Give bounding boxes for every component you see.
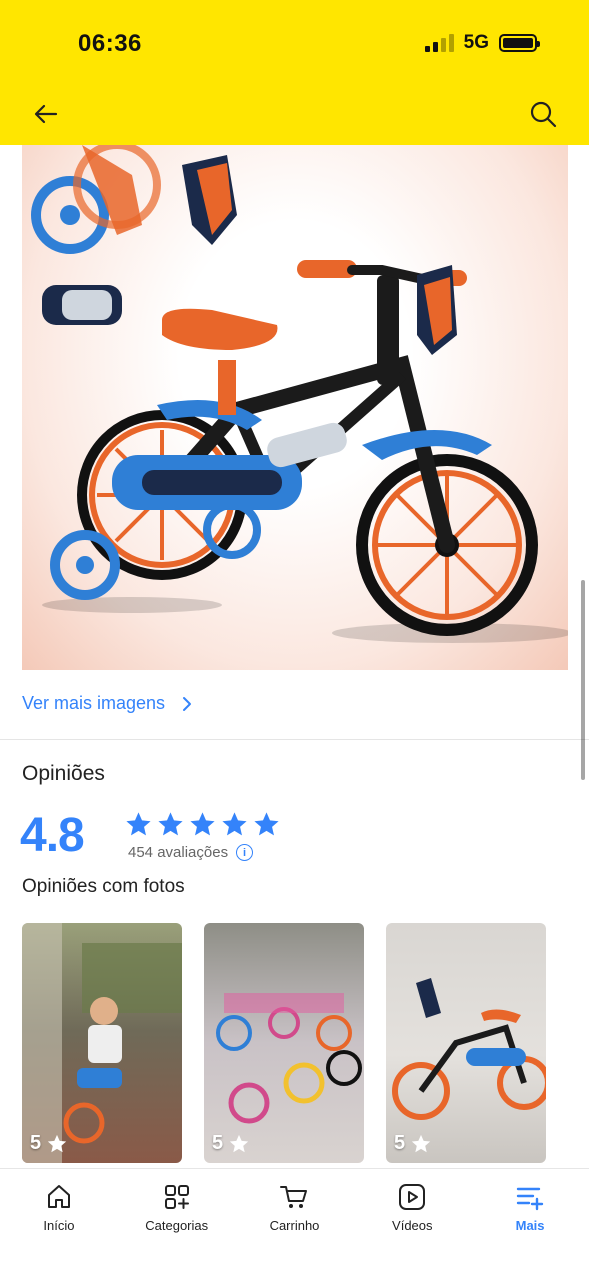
section-divider <box>0 739 589 740</box>
see-more-images-link[interactable]: Ver mais imagens <box>22 693 195 714</box>
arrow-left-icon <box>34 104 58 124</box>
photo-rating-badge: 5 <box>394 1132 432 1155</box>
home-icon <box>47 1185 70 1208</box>
status-time: 06:36 <box>78 30 142 57</box>
photo-rating-badge: 5 <box>212 1132 250 1155</box>
review-photo[interactable]: 5 <box>204 923 364 1163</box>
nav-label: Mais <box>515 1218 545 1233</box>
reviews-title: Opiniões <box>22 762 105 785</box>
review-count-label: 454 avaliações <box>128 844 229 861</box>
nav-item-videos[interactable]: Vídeos <box>353 1169 471 1280</box>
review-photos-title: Opiniões com fotos <box>22 876 185 897</box>
star-icon <box>47 1134 67 1152</box>
star-icon <box>411 1134 431 1152</box>
star-icon <box>126 812 151 836</box>
more-icon <box>516 1187 544 1211</box>
star-icon <box>158 812 183 836</box>
back-button[interactable] <box>30 98 62 130</box>
star-icon <box>229 1134 249 1152</box>
rating-stars <box>124 810 281 839</box>
review-photo[interactable]: 5 <box>386 923 546 1163</box>
nav-item-home[interactable]: Início <box>0 1169 118 1280</box>
nav-label: Vídeos <box>392 1218 433 1233</box>
battery-icon <box>499 34 540 52</box>
status-indicators: 5G <box>424 32 540 54</box>
photo-rating: 5 <box>212 1132 224 1154</box>
categories-icon <box>164 1185 189 1209</box>
network-type: 5G <box>463 32 489 53</box>
product-image[interactable] <box>22 145 568 670</box>
search-button[interactable] <box>527 98 559 130</box>
nav-label: Carrinho <box>269 1218 320 1233</box>
scrollbar[interactable] <box>581 580 585 780</box>
bike-illustration <box>31 145 568 643</box>
search-icon <box>530 101 557 128</box>
nav-label: Início <box>43 1218 75 1233</box>
review-photo[interactable]: 5 <box>22 923 182 1163</box>
photo-rating: 5 <box>30 1132 42 1154</box>
review-count[interactable]: 454 avaliações i <box>128 844 254 861</box>
photo-rating-badge: 5 <box>30 1132 68 1155</box>
review-photo-image <box>216 993 362 1124</box>
star-icon <box>190 812 215 836</box>
video-icon <box>399 1184 426 1210</box>
chevron-right-icon <box>183 696 192 711</box>
cart-icon <box>280 1186 308 1208</box>
rating-value: 4.8 <box>20 809 85 862</box>
review-photo-image <box>22 923 182 1163</box>
star-icon <box>254 812 279 836</box>
review-photos: 5 5 5 <box>22 923 546 1163</box>
app-header: 06:36 5G <box>0 0 589 145</box>
review-photo-image <box>392 978 546 1120</box>
bottom-nav: Início Categorias Carrinho Vídeos Mais <box>0 1168 589 1280</box>
nav-item-cart[interactable]: Carrinho <box>236 1169 354 1280</box>
nav-item-categories[interactable]: Categorias <box>118 1169 236 1280</box>
photo-rating: 5 <box>394 1132 406 1154</box>
nav-label: Categorias <box>145 1218 209 1233</box>
star-icon <box>222 812 247 836</box>
see-more-label: Ver mais imagens <box>22 693 166 713</box>
info-icon[interactable]: i <box>236 844 254 861</box>
signal-icon <box>424 34 454 52</box>
nav-item-more[interactable]: Mais <box>471 1169 589 1280</box>
